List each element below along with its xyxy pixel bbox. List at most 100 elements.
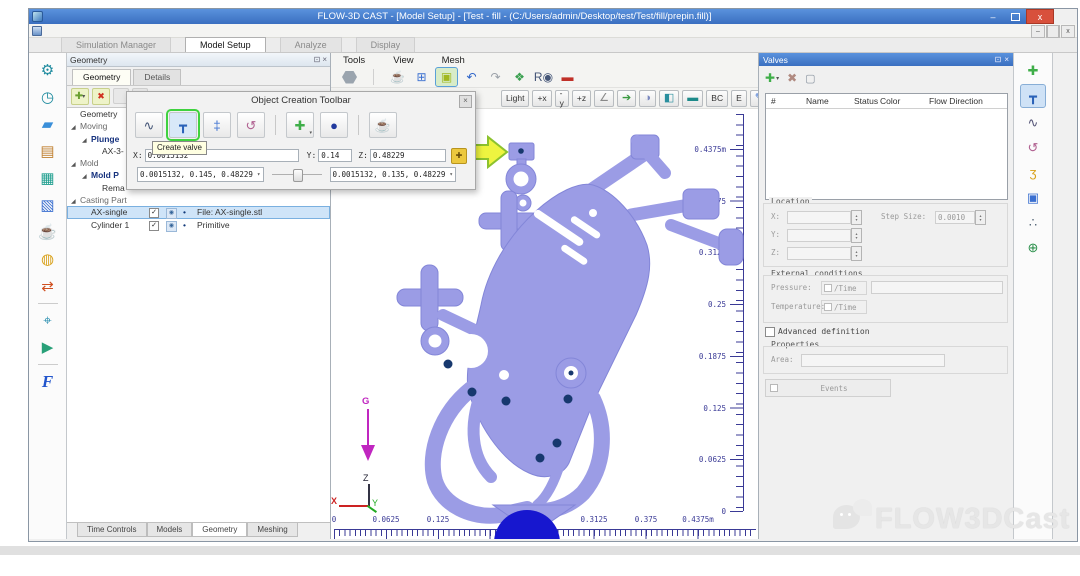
menu-item[interactable]	[94, 25, 106, 36]
max-extent-combobox[interactable]: 0.0015132, 0.135, 0.48229▾	[330, 167, 457, 182]
pour-cup-icon[interactable]: ☕	[387, 68, 408, 86]
global-settings-icon[interactable]: ⚙	[35, 57, 61, 83]
boundary-conditions-icon[interactable]: ⇄	[35, 273, 61, 299]
menu-item[interactable]	[142, 25, 154, 36]
tab-simulation-manager[interactable]: Simulation Manager	[61, 37, 171, 52]
clip-plane-icon[interactable]: ◧	[659, 90, 679, 107]
menu-item[interactable]	[70, 25, 82, 36]
light-button[interactable]: Light	[501, 90, 529, 107]
axis-angle-icon[interactable]: ∠	[594, 90, 614, 107]
simulation-time-icon[interactable]: ◷	[35, 84, 61, 110]
view-minus-y-button[interactable]: -y	[555, 90, 569, 107]
baffle-icon[interactable]: ●	[320, 112, 348, 138]
tab-model-setup[interactable]: Model Setup	[185, 37, 266, 52]
fluids-icon[interactable]: ▰	[35, 111, 61, 137]
shading-icon[interactable]: ◑	[639, 90, 656, 107]
boundary-conditions-button[interactable]: BC	[706, 90, 728, 107]
stamp-icon[interactable]: ❖	[509, 68, 530, 86]
vent-icon[interactable]: ↺	[1021, 136, 1045, 158]
history-probe-icon[interactable]: ∿	[1021, 111, 1045, 133]
geometry-domain-icon[interactable]: ▧	[35, 192, 61, 218]
minimize-button[interactable]: –	[982, 10, 1004, 23]
menu-mesh[interactable]: Mesh	[436, 55, 471, 66]
close-icon[interactable]: ×	[322, 55, 327, 64]
valve-tool-icon[interactable]: ┳	[1020, 84, 1046, 108]
menu-tools[interactable]: Tools	[337, 55, 371, 66]
close-icon[interactable]: ×	[1004, 55, 1009, 64]
tab-analyze[interactable]: Analyze	[280, 37, 342, 52]
min-extent-combobox[interactable]: 0.0015132, 0.145, 0.48229▾	[137, 167, 264, 182]
edit-mesh-button[interactable]: E	[731, 90, 747, 107]
position-slider[interactable]	[272, 168, 322, 181]
menu-item[interactable]	[118, 25, 130, 36]
create-thermocouple-icon[interactable]: ‡	[203, 112, 231, 138]
advanced-definition-checkbox[interactable]	[765, 327, 775, 337]
redo-icon[interactable]: ↷	[485, 68, 506, 86]
btab-models[interactable]: Models	[147, 523, 193, 537]
pressure-time-checkbox[interactable]	[824, 284, 832, 292]
spring-icon[interactable]: ʒ	[1021, 161, 1045, 183]
fluid-source-icon[interactable]: ◍	[35, 246, 61, 272]
temperature-time-toggle[interactable]: /Time	[821, 300, 867, 314]
copy-valve-button[interactable]: ▢	[805, 72, 815, 85]
tab-display[interactable]: Display	[356, 37, 416, 52]
add-icon[interactable]: ✚	[1021, 59, 1045, 81]
events-button[interactable]: Events	[765, 379, 891, 397]
details-subtab[interactable]: Details	[133, 69, 181, 85]
z-coordinate-field[interactable]: 0.48229	[370, 149, 446, 162]
location-z-field[interactable]	[787, 247, 851, 260]
fly-through-icon[interactable]: ➔	[617, 90, 636, 107]
location-x-stepper[interactable]: ▴▾	[851, 210, 862, 225]
add-object-icon[interactable]: ✚▾	[286, 112, 314, 138]
visibility-checkbox[interactable]: ✓	[149, 221, 159, 231]
events-checkbox[interactable]	[770, 384, 778, 392]
tree-row-cylinder-1[interactable]: Cylinder 1 ✓ ◉ • Primitive	[67, 219, 330, 231]
mdi-minimize-button[interactable]: –	[1031, 25, 1045, 38]
pin-icon[interactable]: ⊡	[314, 55, 321, 64]
menu-item[interactable]	[154, 25, 166, 36]
add-geometry-button[interactable]: ✚▾	[71, 88, 89, 105]
eye-icon[interactable]: ◉	[166, 221, 177, 232]
tree-row-ax-single[interactable]: AX-single ✓ ◉ • File: AX-single.stl	[67, 206, 330, 218]
eraser-icon[interactable]: ▬	[557, 68, 578, 86]
view-plus-x-button[interactable]: +x	[532, 90, 551, 107]
dialog-close-button[interactable]: ×	[459, 95, 472, 108]
restore-button[interactable]	[1004, 10, 1026, 23]
y-coordinate-field[interactable]: 0.14	[318, 149, 352, 162]
global-source-icon[interactable]: ⊕	[1021, 236, 1045, 258]
menu-item[interactable]	[106, 25, 118, 36]
step-size-field[interactable]: 0.0010	[935, 211, 975, 224]
tree-row-casting-part[interactable]: ◢Casting Part	[67, 194, 330, 206]
menu-item[interactable]	[82, 25, 94, 36]
btab-geometry[interactable]: Geometry	[192, 523, 247, 537]
render-visibility-icon[interactable]: R◉	[533, 68, 554, 86]
valves-table[interactable]: # Name Status Color Flow Direction	[765, 93, 1008, 200]
delete-geometry-button[interactable]: ✖	[92, 88, 110, 105]
add-component-icon[interactable]: ⊞	[411, 68, 432, 86]
spray-paint-icon[interactable]: ✎	[750, 90, 758, 107]
void-pointer-icon[interactable]: ▣	[1021, 186, 1045, 208]
pressure-field[interactable]	[871, 281, 1003, 294]
area-field[interactable]	[801, 354, 945, 367]
flow3d-logo[interactable]: F	[35, 368, 61, 394]
meshing-cube-icon[interactable]: ▦	[35, 165, 61, 191]
location-x-field[interactable]	[787, 211, 851, 224]
location-y-field[interactable]	[787, 229, 851, 242]
menu-item[interactable]	[130, 25, 142, 36]
move-object-icon[interactable]: ✚	[451, 148, 467, 164]
mesh-block-icon[interactable]	[339, 68, 360, 86]
add-valve-button[interactable]: ✚▾	[765, 71, 779, 85]
create-vent-icon[interactable]: ↺	[237, 112, 265, 138]
pour-ladle-icon[interactable]: ☕	[369, 112, 397, 138]
menu-item[interactable]	[58, 25, 70, 36]
materials-database-icon[interactable]: ▤	[35, 138, 61, 164]
visibility-checkbox[interactable]: ✓	[149, 208, 159, 218]
pressure-time-toggle[interactable]: /Time	[821, 281, 867, 295]
run-simulation-icon[interactable]: ▶	[35, 334, 61, 360]
mdi-close-button[interactable]: x	[1061, 25, 1075, 38]
view-plus-z-button[interactable]: +z	[572, 90, 591, 107]
minus-toggle-icon[interactable]: ▬	[682, 90, 703, 107]
object-creation-toolbar-dialog[interactable]: Object Creation Toolbar × ∿┳‡↺✚▾●☕ Creat…	[126, 91, 476, 190]
highlight-box-icon[interactable]: ▣	[435, 67, 458, 87]
delete-valve-button[interactable]: ✖	[787, 71, 797, 85]
